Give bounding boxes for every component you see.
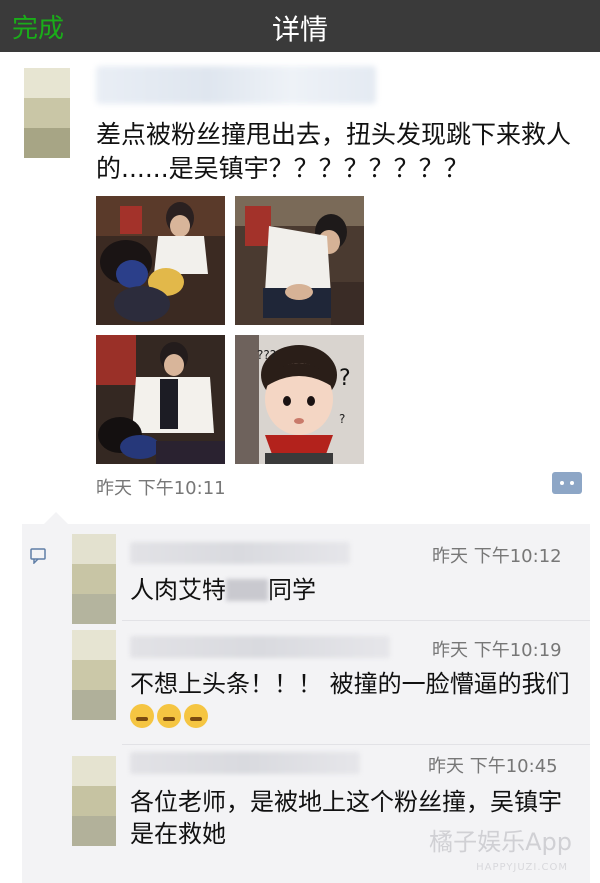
- nav-bar: 完成 详情: [0, 0, 600, 52]
- comment-author-blurred[interactable]: [130, 636, 390, 658]
- watermark-logo: 橘子娱乐App: [429, 828, 572, 856]
- svg-text:???: ???: [257, 348, 276, 362]
- grimace-emoji-icon: [184, 704, 208, 728]
- author-avatar[interactable]: [24, 68, 70, 158]
- image-grid: ? ??? ?: [96, 196, 364, 464]
- comment-time: 昨天 下午10:19: [432, 640, 562, 661]
- post-text: 差点被粉丝撞甩出去，扭头发现跳下来救人的......是吴镇宇？？？？？？？？: [96, 120, 572, 183]
- photo-3[interactable]: [96, 335, 225, 464]
- comment-avatar[interactable]: [72, 756, 116, 846]
- photo-4[interactable]: ? ??? ?: [235, 335, 364, 464]
- redacted-name: [226, 579, 268, 601]
- photo-1[interactable]: [96, 196, 225, 325]
- comments-section: 昨天 下午10:12 人肉艾特 同学 昨天 下午10:19 不想上头条！！！ 被撞…: [22, 512, 590, 883]
- watermark-url: HAPPYJUZI.COM: [476, 862, 568, 873]
- comment-text: 不想上头条！！！ 被撞的一脸懵逼的我们: [130, 668, 576, 732]
- svg-text:?: ?: [339, 412, 345, 426]
- comment-icon: [30, 548, 46, 564]
- comment-menu-button[interactable]: [552, 472, 582, 494]
- author-name-blurred[interactable]: [96, 66, 376, 104]
- page-title: 详情: [271, 13, 328, 46]
- comment-time: 昨天 下午10:12: [432, 546, 562, 567]
- comment-author-blurred[interactable]: [130, 752, 360, 774]
- photo-2[interactable]: [235, 196, 364, 325]
- comment-time: 昨天 下午10:45: [428, 756, 558, 777]
- post-time: 昨天 下午10:11: [96, 478, 226, 499]
- comment-avatar[interactable]: [72, 630, 116, 720]
- comment-avatar[interactable]: [72, 534, 116, 624]
- grimace-emoji-icon: [157, 704, 181, 728]
- grimace-emoji-icon: [130, 704, 154, 728]
- svg-text:?: ?: [339, 366, 351, 391]
- divider: [122, 620, 590, 621]
- comment-text: 人肉艾特 同学: [130, 576, 316, 604]
- comment-author-blurred[interactable]: [130, 542, 350, 564]
- divider: [122, 744, 590, 745]
